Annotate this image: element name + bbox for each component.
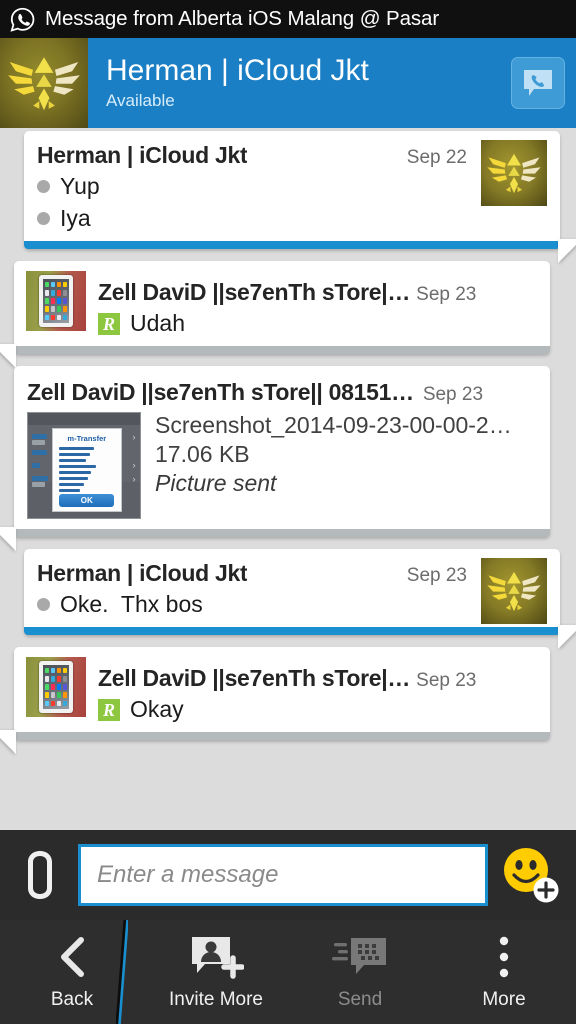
- message-sender: Zell DaviD ||se7enTh sTore|…: [98, 665, 411, 691]
- bubble-accent-strip: [14, 346, 550, 354]
- picture-file-name: Screenshot_2014-09-23-00-00-2…: [155, 412, 512, 438]
- chevron-left-icon: [57, 934, 87, 980]
- whatsapp-icon: [9, 6, 36, 33]
- message-row-incoming[interactable]: Herman | iCloud Jkt Sep 22 Yup Iya: [0, 131, 576, 263]
- message-date: Sep 23: [422, 384, 484, 405]
- nav-more-button[interactable]: More: [432, 920, 576, 1024]
- nav-label: Back: [50, 988, 94, 1010]
- bottom-navigation-bar: Back Invite More Send More: [0, 920, 576, 1024]
- message-sender: Zell DaviD ||se7enTh sTore|| 08151…: [27, 379, 414, 405]
- nav-invite-more-button[interactable]: Invite More: [144, 920, 288, 1024]
- voice-call-button[interactable]: [500, 38, 576, 128]
- message-bullet-icon: [37, 212, 50, 225]
- message-row-outgoing[interactable]: Zell DaviD ||se7enTh sTore|… Sep 23 R Ud…: [0, 261, 576, 368]
- paperclip-icon: [28, 851, 52, 899]
- nav-divider: [116, 920, 128, 1024]
- thumbnail-ok-button: OK: [59, 494, 115, 507]
- message-date: Sep 23: [416, 284, 477, 305]
- message-text: Yup: [60, 173, 100, 199]
- triforce-crest-icon: [487, 571, 541, 612]
- message-row-incoming[interactable]: Herman | iCloud Jkt Sep 23 Oke. Thx bos: [0, 549, 576, 649]
- read-status-badge: R: [98, 312, 120, 335]
- message-row-outgoing[interactable]: Zell DaviD ||se7enTh sTore|… Sep 23 R Ok…: [0, 647, 576, 754]
- overflow-dots-icon: [497, 934, 511, 980]
- message-row-outgoing-picture[interactable]: Zell DaviD ||se7enTh sTore|| 08151… Sep …: [0, 366, 576, 551]
- message-date: Sep 23: [416, 670, 477, 691]
- nav-label: Invite More: [169, 988, 263, 1010]
- message-line: Oke. Thx bos: [37, 591, 467, 627]
- message-bubble[interactable]: Herman | iCloud Jkt Sep 22 Yup Iya: [24, 131, 576, 263]
- bubble-tail: [558, 239, 576, 263]
- bubble-tail: [0, 344, 16, 368]
- message-line: R Udah: [98, 310, 538, 346]
- zelda-triforce-avatar[interactable]: [481, 558, 547, 624]
- nav-label: Send: [337, 988, 383, 1010]
- bubble-accent-strip: [24, 241, 560, 249]
- message-sender: Zell DaviD ||se7enTh sTore|…: [98, 279, 411, 305]
- add-contact-icon: [188, 934, 244, 980]
- message-date: Sep 23: [406, 565, 467, 586]
- picture-metadata: Screenshot_2014-09-23-00-00-2… 17.06 KB …: [155, 412, 512, 519]
- bubble-accent-strip: [14, 529, 550, 537]
- message-line: Yup: [37, 173, 467, 209]
- picture-transfer-status: Picture sent: [155, 470, 277, 496]
- chat-header: Herman | iCloud Jkt Available: [0, 38, 576, 128]
- bubble-tail: [0, 527, 16, 551]
- message-bubble[interactable]: Zell DaviD ||se7enTh sTore|… Sep 23 R Ud…: [0, 261, 550, 368]
- nav-send-button[interactable]: Send: [288, 920, 432, 1024]
- message-sender: Herman | iCloud Jkt: [37, 142, 248, 168]
- attach-button[interactable]: [12, 847, 68, 903]
- message-bubble[interactable]: Zell DaviD ||se7enTh sTore|… Sep 23 R Ok…: [0, 647, 550, 754]
- message-bullet-icon: [37, 598, 50, 611]
- message-bubble[interactable]: Herman | iCloud Jkt Sep 23 Oke. Thx bos: [24, 549, 576, 649]
- emoji-picker-button[interactable]: [498, 844, 564, 906]
- message-input[interactable]: [78, 844, 488, 906]
- header-title-block[interactable]: Herman | iCloud Jkt Available: [88, 38, 500, 128]
- picture-file-size: 17.06 KB: [155, 441, 250, 467]
- read-status-badge: R: [98, 698, 120, 721]
- message-text: Oke. Thx bos: [60, 591, 203, 617]
- nav-label: More: [482, 988, 526, 1010]
- contact-name: Herman | iCloud Jkt: [106, 54, 369, 87]
- bbm-send-icon: [332, 934, 388, 980]
- triforce-crest-icon: [8, 57, 80, 111]
- message-list[interactable]: Herman | iCloud Jkt Sep 22 Yup Iya Zell …: [0, 128, 576, 830]
- ipad-photo-avatar[interactable]: [26, 271, 86, 331]
- ipad-photo-avatar[interactable]: [26, 657, 86, 717]
- message-bullet-icon: [37, 180, 50, 193]
- bubble-accent-strip: [24, 627, 560, 635]
- zelda-triforce-avatar[interactable]: [481, 140, 547, 206]
- bubble-header: Herman | iCloud Jkt Sep 23 Oke. Thx bos: [37, 558, 547, 627]
- contact-status: Available: [106, 91, 175, 111]
- message-line: Iya: [37, 205, 467, 241]
- bubble-header: Zell DaviD ||se7enTh sTore|… Sep 23 R Ud…: [26, 271, 538, 346]
- bubble-tail: [558, 625, 576, 649]
- zelda-triforce-avatar[interactable]: [0, 38, 88, 128]
- bubble-header: Zell DaviD ||se7enTh sTore|… Sep 23 R Ok…: [26, 657, 538, 732]
- message-text: Udah: [130, 310, 185, 336]
- message-text: Okay: [130, 696, 184, 722]
- bbm-chat-screen: Message from Alberta iOS Malang @ Pasar: [0, 0, 576, 1024]
- notification-text: Message from Alberta iOS Malang @ Pasar: [45, 7, 440, 30]
- phone-bubble-icon: [524, 70, 552, 96]
- message-sender: Herman | iCloud Jkt: [37, 560, 248, 586]
- picture-transfer-block[interactable]: › › › m-Transfer OK Screenshot_2014-09-2…: [27, 412, 537, 529]
- message-line: R Okay: [98, 696, 538, 732]
- bubble-accent-strip: [14, 732, 550, 740]
- compose-bar: [0, 830, 576, 920]
- triforce-crest-icon: [487, 153, 541, 194]
- smiley-plus-icon: [504, 848, 559, 903]
- notification-status-bar[interactable]: Message from Alberta iOS Malang @ Pasar: [0, 0, 576, 38]
- message-date: Sep 22: [406, 147, 467, 168]
- thumbnail-title: m-Transfer: [67, 433, 107, 443]
- message-text: Iya: [60, 205, 91, 231]
- banking-screenshot-thumbnail[interactable]: › › › m-Transfer OK: [27, 412, 141, 519]
- bubble-header: Herman | iCloud Jkt Sep 22 Yup Iya: [37, 140, 547, 241]
- message-bubble[interactable]: Zell DaviD ||se7enTh sTore|| 08151… Sep …: [0, 366, 550, 551]
- bubble-tail: [0, 730, 16, 754]
